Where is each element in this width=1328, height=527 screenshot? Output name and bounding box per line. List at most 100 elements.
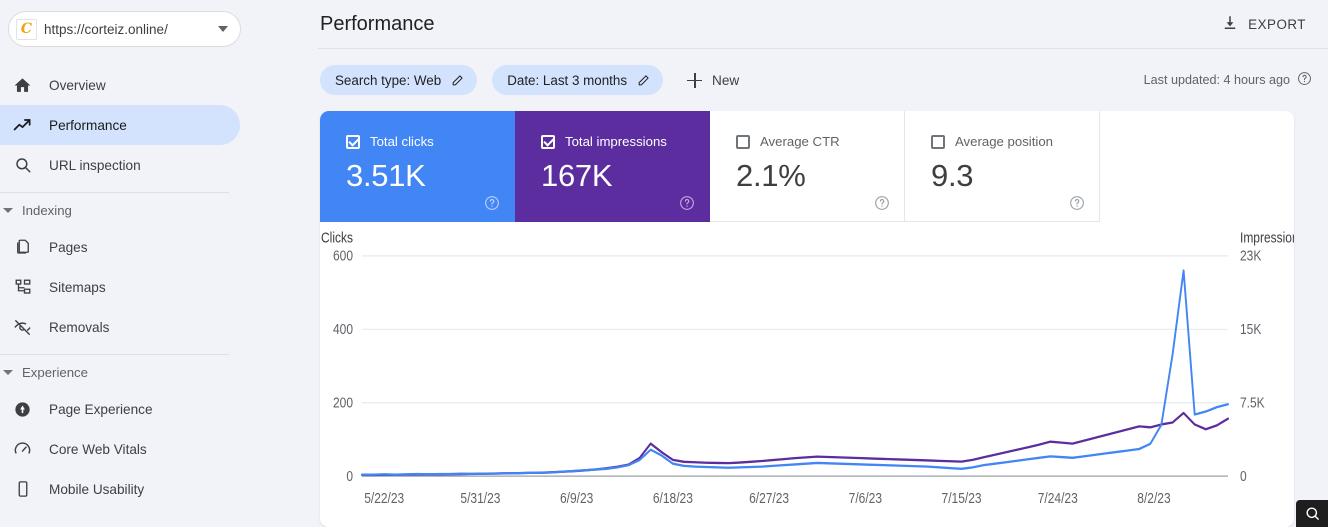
metric-header: Average position (931, 134, 1099, 149)
sidebar-item-core-web-vitals[interactable]: Core Web Vitals (0, 429, 240, 469)
sitemap-icon (12, 277, 33, 298)
sidebar-item-mobile-usability[interactable]: Mobile Usability (0, 469, 240, 509)
pages-icon (12, 237, 33, 258)
sidebar-item-page-experience[interactable]: Page Experience (0, 389, 240, 429)
help-circle-icon[interactable] (484, 195, 500, 211)
help-circle-icon[interactable] (874, 195, 890, 211)
sidebar-item-label: Core Web Vitals (49, 441, 147, 457)
eye-off-icon (12, 317, 33, 338)
sidebar-item-label: Overview (49, 77, 106, 93)
search-icon (12, 155, 33, 176)
help-circle-icon[interactable] (1069, 195, 1085, 211)
svg-text:Impressions: Impressions (1240, 229, 1294, 245)
filter-chip-search-type[interactable]: Search type: Web (320, 65, 478, 95)
sidebar-item-removals[interactable]: Removals (0, 307, 240, 347)
svg-text:400: 400 (333, 321, 353, 337)
metric-header: Total clicks (346, 134, 514, 149)
metric-card-empty (1100, 111, 1294, 222)
performance-chart[interactable]: 0 0 200 7.5K 400 15K 600 23K Clicks Impressions 5/… (320, 222, 1294, 527)
performance-card: Total clicks 3.51K Total impressions 167… (320, 111, 1294, 527)
metric-label: Total impressions (565, 134, 667, 149)
svg-text:7.5K: 7.5K (1240, 394, 1265, 410)
sidebar-item-performance[interactable]: Performance (0, 105, 240, 145)
metric-value: 9.3 (931, 158, 974, 193)
metric-cards: Total clicks 3.51K Total impressions 167… (320, 111, 1294, 222)
export-button[interactable]: EXPORT (1213, 8, 1314, 41)
export-label: EXPORT (1248, 16, 1306, 32)
svg-text:5/31/23: 5/31/23 (460, 490, 500, 506)
chevron-down-icon (3, 207, 13, 213)
chart-svg: 0 0 200 7.5K 400 15K 600 23K Clicks Impressions 5/… (321, 229, 1294, 506)
filter-chip-label: Date: Last 3 months (507, 72, 628, 88)
metric-label: Total clicks (370, 134, 434, 149)
plus-icon (687, 72, 703, 88)
sidebar-item-label: URL inspection (49, 157, 141, 173)
metric-label: Average position (955, 134, 1053, 149)
help-circle-icon[interactable] (1297, 71, 1312, 89)
svg-text:0: 0 (346, 468, 353, 484)
primary-nav: Overview Performance URL inspection Inde… (0, 65, 302, 509)
filter-bar: Search type: Web Date: Last 3 months New… (302, 49, 1328, 111)
sidebar-item-pages[interactable]: Pages (0, 227, 240, 267)
svg-text:23K: 23K (1240, 248, 1261, 264)
sidebar-item-overview[interactable]: Overview (0, 65, 240, 105)
svg-text:7/15/23: 7/15/23 (942, 490, 982, 506)
corner-badge-icon[interactable] (1296, 500, 1328, 527)
download-icon (1221, 14, 1239, 35)
property-url: https://corteiz.online/ (44, 21, 168, 37)
chevron-down-icon[interactable] (218, 26, 228, 32)
sidebar-item-label: Pages (49, 239, 88, 255)
metric-value: 2.1% (736, 158, 806, 193)
sidebar-item-label: Mobile Usability (49, 481, 145, 497)
speedometer-icon (12, 439, 33, 460)
svg-text:600: 600 (333, 248, 353, 264)
metric-card-total-clicks[interactable]: Total clicks 3.51K (320, 111, 515, 222)
svg-text:7/6/23: 7/6/23 (849, 490, 882, 506)
metric-header: Total impressions (541, 134, 709, 149)
svg-text:7/24/23: 7/24/23 (1038, 490, 1078, 506)
svg-text:Clicks: Clicks (321, 229, 353, 245)
metric-checkbox[interactable] (541, 134, 555, 149)
new-filter-button[interactable]: New (679, 69, 747, 92)
main-content: Performance EXPORT Search type: Web Date… (302, 0, 1328, 527)
sidebar-item-label: Performance (49, 117, 127, 133)
last-updated-label: Last updated: 4 hours ago (1143, 73, 1290, 87)
page-experience-icon (12, 399, 33, 420)
mobile-icon (12, 479, 33, 500)
pencil-icon[interactable] (637, 74, 650, 87)
sidebar-item-url-inspection[interactable]: URL inspection (0, 145, 240, 185)
filter-chip-label: Search type: Web (335, 72, 442, 88)
metric-value: 167K (541, 158, 613, 193)
nav-group-experience[interactable]: Experience (0, 355, 302, 389)
filter-chip-date[interactable]: Date: Last 3 months (492, 65, 664, 95)
svg-text:6/18/23: 6/18/23 (653, 490, 693, 506)
svg-text:200: 200 (333, 394, 353, 410)
pencil-icon[interactable] (451, 74, 464, 87)
property-selector[interactable]: C https://corteiz.online/ (8, 11, 241, 47)
chevron-down-icon (3, 369, 13, 375)
sidebar-item-label: Removals (49, 319, 110, 335)
topbar: Performance EXPORT (302, 0, 1328, 48)
svg-text:6/27/23: 6/27/23 (749, 490, 789, 506)
metric-header: Average CTR (736, 134, 904, 149)
svg-text:6/9/23: 6/9/23 (560, 490, 593, 506)
metric-checkbox[interactable] (736, 134, 750, 149)
svg-text:0: 0 (1240, 468, 1247, 484)
property-favicon-icon: C (16, 18, 37, 40)
trending-up-icon (12, 115, 33, 136)
metric-card-average-ctr[interactable]: Average CTR 2.1% (710, 111, 905, 222)
sidebar: C https://corteiz.online/ Overview Perfo… (0, 0, 302, 527)
metric-checkbox[interactable] (346, 134, 360, 149)
metric-card-average-position[interactable]: Average position 9.3 (905, 111, 1100, 222)
metric-card-total-impressions[interactable]: Total impressions 167K (515, 111, 710, 222)
nav-group-label-text: Experience (22, 364, 88, 380)
last-updated: Last updated: 4 hours ago (1144, 71, 1312, 89)
metric-checkbox[interactable] (931, 134, 945, 149)
metric-label: Average CTR (760, 134, 840, 149)
sidebar-item-sitemaps[interactable]: Sitemaps (0, 267, 240, 307)
nav-group-indexing[interactable]: Indexing (0, 193, 302, 227)
new-filter-label: New (712, 72, 740, 88)
search-console-app: C https://corteiz.online/ Overview Perfo… (0, 0, 1328, 527)
nav-group-label-text: Indexing (22, 202, 72, 218)
help-circle-icon[interactable] (679, 195, 695, 211)
